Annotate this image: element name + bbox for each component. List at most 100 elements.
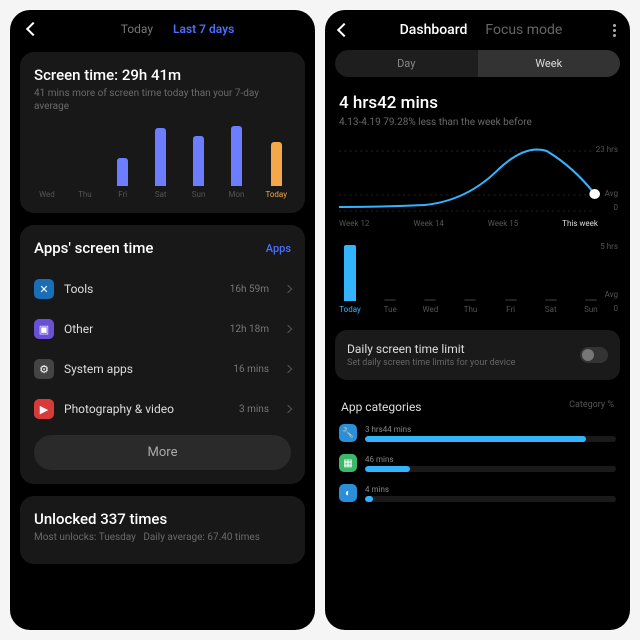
daily-bar-chart: Today Tue Wed Thu Fri Sat Sun: [339, 240, 616, 314]
category-time-label: 46 mins: [365, 455, 616, 464]
app-time: 16 mins: [233, 364, 269, 375]
weekly-line-chart: 23 hrs Avg 0: [339, 139, 616, 217]
apps-link[interactable]: Apps: [266, 242, 291, 255]
category-bar: [365, 436, 616, 442]
daily-bar-label: Today: [339, 305, 361, 314]
bar-label: Sun: [192, 190, 206, 199]
daily-bar-label: Tue: [384, 305, 397, 314]
phone-right-dashboard: Dashboard Focus mode Day Week 4 hrs42 mi…: [325, 10, 630, 630]
line-chart-x-label: Week 15: [488, 219, 519, 228]
range-tabs: Today Last 7 days: [121, 22, 235, 36]
back-icon[interactable]: [26, 22, 40, 36]
unlocked-subtitle: Most unlocks: Tuesday Daily average: 67.…: [34, 531, 291, 544]
bar-label: Fri: [118, 190, 127, 199]
app-name: Other: [64, 322, 220, 336]
app-time: 3 mins: [239, 404, 269, 415]
app-icon: ⚙: [34, 359, 54, 379]
daily-bar-col: Sun: [580, 299, 602, 314]
segment-week[interactable]: Week: [478, 50, 621, 77]
category-bar: [365, 466, 616, 472]
week-bar-chart: WedThuFriSatSunMonToday: [34, 121, 291, 199]
app-row[interactable]: ✕Tools16h 59m: [34, 269, 291, 309]
bar-label: Mon: [229, 190, 245, 199]
left-navbar: Today Last 7 days: [10, 10, 315, 46]
bar: [155, 128, 166, 186]
line-chart-avg-label: Avg: [605, 189, 618, 198]
app-list: ✕Tools16h 59m▣Other12h 18m⚙System apps16…: [34, 269, 291, 429]
daily-bar-label: Fri: [506, 305, 515, 314]
tab-last-7-days[interactable]: Last 7 days: [173, 22, 234, 36]
category-bar-wrap: 46 mins: [365, 455, 616, 472]
bar-label: Thu: [78, 190, 92, 199]
overflow-menu-icon[interactable]: [613, 24, 616, 37]
daily-bar: [505, 299, 517, 301]
bar-col: Sat: [152, 128, 170, 199]
daily-limit-toggle[interactable]: [580, 347, 608, 363]
bar: [117, 158, 128, 186]
phone-left-screen-time: Today Last 7 days Screen time: 29h 41m 4…: [10, 10, 315, 630]
line-chart-x-label: Week 14: [413, 219, 444, 228]
daily-bar-col: Thu: [459, 299, 481, 314]
daily-bar-label: Thu: [464, 305, 478, 314]
day-week-segment: Day Week: [335, 50, 620, 77]
category-bar: [365, 496, 616, 502]
weekly-time-subtitle: 4.13-4.19 79.28% less than the week befo…: [339, 116, 616, 129]
app-icon: ▶: [34, 399, 54, 419]
line-chart-zero-label: 0: [614, 203, 619, 212]
category-row[interactable]: 🔧 3 hrs44 mins: [339, 418, 616, 448]
weekly-summary: 4 hrs42 mins 4.13-4.19 79.28% less than …: [325, 87, 630, 234]
bar-col: Thu: [76, 186, 94, 199]
daily-bar-col: Today: [339, 245, 361, 314]
back-icon[interactable]: [337, 23, 351, 37]
line-chart-x-labels: Week 12 Week 14 Week 15 This week: [339, 217, 616, 228]
line-chart-x-label: Week 12: [339, 219, 370, 228]
category-icon: 🔧: [339, 424, 357, 442]
app-categories-title: App categories: [341, 400, 422, 414]
daily-limit-subtitle: Set daily screen time limits for your de…: [347, 358, 580, 368]
daily-bar: [344, 245, 356, 301]
unlocked-card: Unlocked 337 times Most unlocks: Tuesday…: [20, 496, 305, 564]
daily-bar: [384, 299, 396, 301]
app-name: Photography & video: [64, 402, 229, 416]
daily-bar: [585, 299, 597, 301]
daily-limit-row[interactable]: Daily screen time limit Set daily screen…: [335, 330, 620, 380]
daily-limit-title: Daily screen time limit: [347, 342, 580, 356]
weekly-time-total: 4 hrs42 mins: [339, 93, 616, 113]
app-name: Tools: [64, 282, 220, 296]
daily-zero-label: 0: [614, 304, 619, 313]
bar-col: Fri: [114, 158, 132, 199]
chevron-right-icon: [284, 365, 292, 373]
daily-bar: [424, 299, 436, 301]
daily-bar-label: Sun: [584, 305, 598, 314]
app-time: 16h 59m: [230, 284, 269, 295]
more-button[interactable]: More: [34, 435, 291, 470]
daily-bar-col: Wed: [419, 299, 441, 314]
line-chart-max-label: 23 hrs: [596, 145, 618, 154]
daily-avg-label: Avg: [605, 290, 618, 299]
segment-day[interactable]: Day: [335, 50, 478, 77]
daily-bar-col: Sat: [540, 299, 562, 314]
screen-time-subtitle: 41 mins more of screen time today than y…: [34, 87, 291, 113]
screen-time-title: Screen time: 29h 41m: [34, 66, 291, 84]
chevron-right-icon: [284, 325, 292, 333]
category-row[interactable]: ▦ 46 mins: [339, 448, 616, 478]
category-row[interactable]: ◐4 mins: [339, 478, 616, 508]
app-row[interactable]: ▣Other12h 18m: [34, 309, 291, 349]
bar-label: Sat: [155, 190, 167, 199]
app-row[interactable]: ⚙System apps16 mins: [34, 349, 291, 389]
line-chart-x-label: This week: [562, 219, 598, 228]
category-icon: ▦: [339, 454, 357, 472]
bar-col: Today: [265, 142, 287, 199]
daily-bar: [464, 299, 476, 301]
tab-dashboard[interactable]: Dashboard: [400, 22, 468, 38]
right-navbar: Dashboard Focus mode: [325, 10, 630, 46]
bar-col: Mon: [228, 126, 246, 199]
category-bar-wrap: 3 hrs44 mins: [365, 425, 616, 442]
bar: [231, 126, 242, 186]
app-row[interactable]: ▶ Photography & video 3 mins: [34, 389, 291, 429]
apps-screen-time-title: Apps' screen time: [34, 239, 153, 257]
daily-bar-section: TodayTueWedThuFriSatSun 5 hrs Avg 0: [325, 234, 630, 320]
tab-today[interactable]: Today: [121, 22, 153, 36]
tab-focus-mode[interactable]: Focus mode: [485, 22, 562, 38]
app-categories-section: App categories Category % 🔧3 hrs44 mins▦…: [325, 390, 630, 514]
